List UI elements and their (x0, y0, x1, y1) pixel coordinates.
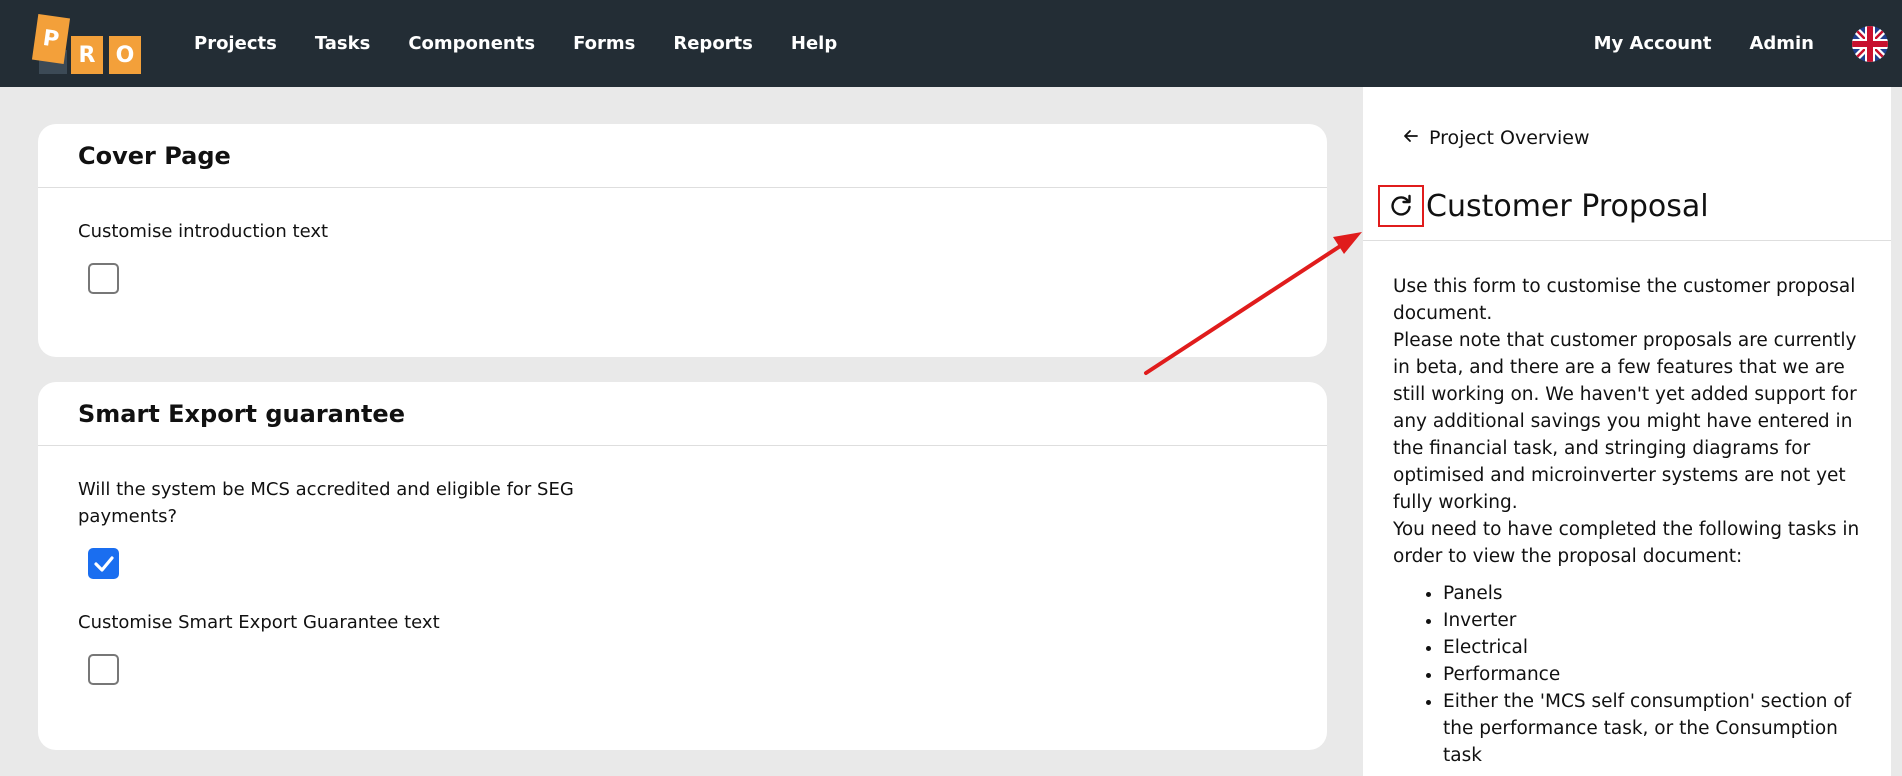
pro-logo[interactable]: P R O (31, 13, 143, 74)
list-item: Inverter (1443, 607, 1868, 634)
back-link[interactable]: Project Overview (1403, 127, 1590, 149)
list-item: Either the 'MCS self consumption' sectio… (1443, 688, 1868, 769)
card-title: Smart Export guarantee (78, 399, 405, 428)
logo-tile-p: P (31, 13, 71, 65)
card-header: Smart Export guarantee (38, 382, 1327, 446)
list-item: Performance (1443, 661, 1868, 688)
customise-intro-label: Customise introduction text (78, 221, 329, 242)
nav-projects[interactable]: Projects (194, 33, 277, 54)
top-navbar: P R O Projects Tasks Components Forms Re… (0, 0, 1902, 87)
panel-intro: Use this form to customise the customer … (1393, 276, 1856, 324)
card-title: Cover Page (78, 141, 231, 170)
card-header: Cover Page (38, 124, 1327, 188)
nav-forms[interactable]: Forms (573, 33, 635, 54)
uk-flag-icon[interactable] (1852, 25, 1888, 62)
arrow-left-icon (1403, 128, 1419, 149)
nav-my-account[interactable]: My Account (1594, 33, 1712, 54)
customise-seg-label: Customise Smart Export Guarantee text (78, 612, 440, 633)
panel-requirements-intro: You need to have completed the following… (1393, 519, 1860, 567)
nav-admin[interactable]: Admin (1749, 33, 1814, 54)
seg-eligible-label: Will the system be MCS accredited and el… (78, 479, 574, 527)
nav-help[interactable]: Help (791, 33, 837, 54)
panel-title-row: Customer Proposal (1378, 185, 1709, 227)
logo-tile-o: O (109, 36, 141, 74)
seg-eligible-checkbox[interactable] (88, 548, 119, 579)
nav-reports[interactable]: Reports (673, 33, 753, 54)
nav-tasks[interactable]: Tasks (315, 33, 371, 54)
cover-page-card: Cover Page Customise introduction text (38, 124, 1327, 357)
back-link-label: Project Overview (1429, 127, 1590, 149)
panel-description: Use this form to customise the customer … (1393, 273, 1868, 769)
panel-divider (1363, 240, 1891, 241)
customise-intro-checkbox[interactable] (88, 263, 119, 294)
panel-beta-note: Please note that customer proposals are … (1393, 330, 1857, 513)
main-nav: Projects Tasks Components Forms Reports … (194, 0, 875, 87)
list-item: Panels (1443, 580, 1868, 607)
checkmark-icon (93, 555, 114, 572)
smart-export-card: Smart Export guarantee Will the system b… (38, 382, 1327, 750)
list-item: Electrical (1443, 634, 1868, 661)
account-nav: My Account Admin (1594, 0, 1902, 87)
requirements-list: Panels Inverter Electrical Performance E… (1443, 580, 1868, 769)
refresh-icon (1391, 194, 1411, 216)
logo-tile-r: R (71, 36, 103, 74)
panel-title: Customer Proposal (1426, 188, 1709, 224)
refresh-button[interactable] (1378, 185, 1424, 227)
side-panel: Project Overview Customer Proposal Use t… (1363, 87, 1891, 776)
nav-components[interactable]: Components (408, 33, 535, 54)
customise-seg-checkbox[interactable] (88, 654, 119, 685)
